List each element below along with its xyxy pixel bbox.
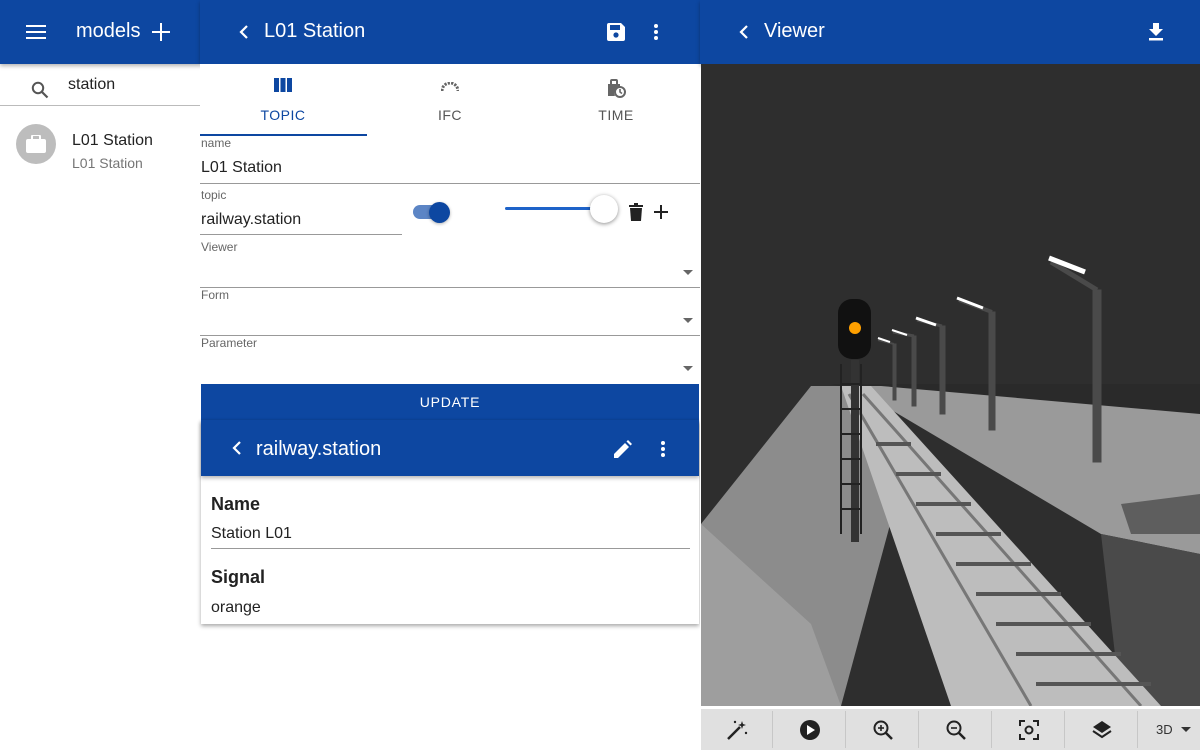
save-icon[interactable]: [604, 20, 628, 44]
list-item-subtitle: L01 Station: [72, 155, 143, 171]
topic-card: railway.station Name Station L01 Signal …: [201, 420, 699, 624]
viewer-toolbar: 3D: [701, 709, 1200, 750]
tab-time-label: TIME: [598, 107, 634, 123]
tab-topic[interactable]: TOPIC: [200, 64, 366, 136]
chevron-left-icon[interactable]: [734, 22, 754, 42]
topic-toggle-thumb[interactable]: [429, 202, 450, 223]
topic-panel: L01 Station TOPIC IFC TIME name L01 Stat…: [200, 0, 700, 750]
tab-bar: TOPIC IFC TIME: [200, 64, 700, 136]
topic-slider-thumb[interactable]: [590, 195, 618, 223]
parameter-select[interactable]: Parameter: [200, 336, 700, 384]
viewer-panel: Viewer 3D: [700, 0, 1200, 750]
play-icon[interactable]: [774, 711, 846, 748]
form-select[interactable]: Form: [200, 288, 700, 336]
more-vert-icon[interactable]: [651, 437, 675, 461]
topic-label: topic: [201, 188, 227, 202]
layers-icon[interactable]: [1066, 711, 1138, 748]
topic-field[interactable]: topic railway.station: [200, 188, 402, 236]
search-icon: [30, 80, 50, 100]
name-underline: [200, 183, 700, 184]
card-title: railway.station: [256, 438, 382, 460]
viewer-title: Viewer: [764, 20, 825, 42]
menu-icon[interactable]: [22, 20, 50, 44]
3d-viewport[interactable]: [701, 64, 1200, 706]
edit-icon[interactable]: [611, 437, 635, 461]
models-title: models: [76, 20, 141, 42]
chevron-left-icon[interactable]: [234, 22, 254, 42]
view-mode-value: 3D: [1156, 722, 1173, 737]
app-root: models L01 Station L01 Station: [0, 0, 1200, 750]
card-signal-label: Signal: [211, 567, 266, 587]
chevron-left-icon[interactable]: [227, 438, 247, 458]
more-vert-icon[interactable]: [644, 20, 668, 44]
card-signal-value[interactable]: orange: [211, 599, 261, 617]
clock-icon: [533, 78, 699, 98]
topic-value: railway.station: [201, 211, 302, 228]
view-column-icon: [200, 78, 366, 92]
chevron-down-icon: [683, 318, 693, 323]
add-topic-icon[interactable]: [651, 202, 671, 222]
name-label: name: [201, 136, 232, 150]
list-item-title: L01 Station: [72, 132, 153, 149]
parameter-label: Parameter: [201, 336, 258, 350]
tab-ifc-label: IFC: [437, 107, 463, 123]
tab-ifc[interactable]: IFC: [367, 64, 533, 136]
form-label: Form: [201, 288, 229, 302]
tab-time[interactable]: TIME: [533, 64, 699, 136]
plus-icon[interactable]: [149, 20, 173, 44]
viewer-header: Viewer: [700, 0, 1200, 64]
signal-light: [849, 322, 861, 334]
viewer-label: Viewer: [201, 240, 238, 254]
models-panel: models L01 Station L01 Station: [0, 0, 200, 750]
update-button[interactable]: UPDATE: [201, 384, 699, 420]
download-icon[interactable]: [1144, 20, 1168, 44]
name-value: L01 Station: [201, 159, 282, 176]
view-mode-select[interactable]: 3D: [1138, 711, 1200, 748]
zoom-in-icon[interactable]: [847, 711, 919, 748]
card-name-label: Name: [211, 494, 261, 514]
railway-scene: [701, 64, 1200, 706]
topic-underline: [200, 234, 402, 235]
chevron-down-icon: [683, 366, 693, 371]
page-title: L01 Station: [264, 20, 366, 42]
chevron-down-icon: [683, 270, 693, 275]
viewer-select[interactable]: Viewer: [200, 240, 700, 288]
models-header: models: [0, 0, 200, 64]
chevron-down-icon: [1180, 727, 1191, 732]
magic-wand-icon[interactable]: [701, 711, 773, 748]
zoom-out-icon[interactable]: [920, 711, 992, 748]
avatar: [16, 124, 56, 164]
topic-header: L01 Station: [200, 0, 700, 64]
tab-topic-label: TOPIC: [260, 107, 306, 123]
card-name-value[interactable]: Station L01: [211, 525, 292, 543]
card-header: railway.station: [201, 420, 699, 476]
briefcase-icon: [26, 135, 46, 153]
name-field[interactable]: name L01 Station: [200, 136, 700, 184]
ifc-icon: [367, 82, 533, 91]
search-input[interactable]: [68, 76, 188, 94]
delete-icon[interactable]: [627, 201, 645, 223]
focus-icon[interactable]: [993, 711, 1065, 748]
list-item[interactable]: L01 Station L01 Station: [0, 112, 200, 178]
card-name-underline: [211, 548, 690, 549]
search-bar: [0, 64, 200, 106]
